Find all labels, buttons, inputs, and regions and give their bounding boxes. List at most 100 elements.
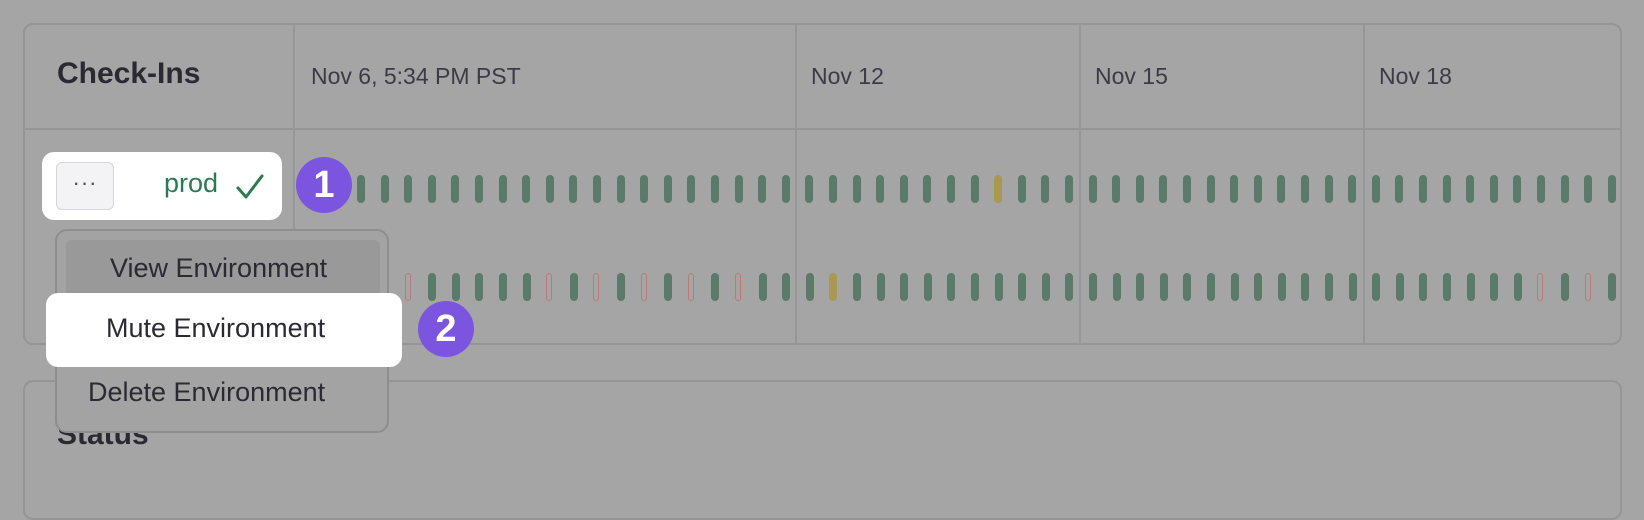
- checkin-tick-ok[interactable]: [1159, 273, 1168, 301]
- checkin-tick-ok[interactable]: [380, 175, 389, 203]
- checkin-tick-ok[interactable]: [1608, 273, 1617, 301]
- checkin-tick-ok[interactable]: [475, 273, 484, 301]
- checkin-tick-ok[interactable]: [805, 273, 814, 301]
- checkin-tick-ok[interactable]: [970, 175, 979, 203]
- checkin-tick-ok[interactable]: [1372, 273, 1381, 301]
- checkin-tick-ok[interactable]: [1395, 175, 1404, 203]
- checkin-tick-ok[interactable]: [1348, 175, 1357, 203]
- checkin-tick-ok[interactable]: [711, 273, 720, 301]
- checkin-tick-ok[interactable]: [475, 175, 483, 203]
- checkin-tick-err[interactable]: [593, 273, 600, 301]
- checkin-tick-ok[interactable]: [1089, 273, 1097, 301]
- checkin-tick-ok[interactable]: [1325, 273, 1333, 301]
- checkin-tick-ok[interactable]: [852, 175, 861, 203]
- checkin-tick-ok[interactable]: [1183, 175, 1191, 203]
- checkin-tick-ok[interactable]: [900, 273, 909, 301]
- checkin-tick-ok[interactable]: [569, 175, 578, 203]
- checkin-tick-ok[interactable]: [1537, 175, 1545, 203]
- menu-item-view-environment[interactable]: View Environment: [110, 253, 327, 284]
- checkin-tick-ok[interactable]: [1112, 175, 1121, 203]
- checkin-tick-ok[interactable]: [1513, 273, 1522, 301]
- checkin-tick-err[interactable]: [1537, 273, 1544, 301]
- checkin-tick-ok[interactable]: [1490, 273, 1499, 301]
- checkin-tick-ok[interactable]: [734, 175, 743, 203]
- checkin-tick-ok[interactable]: [1395, 273, 1404, 301]
- checkin-tick-ok[interactable]: [853, 273, 861, 301]
- checkin-tick-ok[interactable]: [1206, 175, 1215, 203]
- checkin-tick-ok[interactable]: [782, 273, 791, 301]
- checkin-tick-ok[interactable]: [971, 273, 979, 301]
- checkin-tick-ok[interactable]: [1159, 175, 1168, 203]
- checkin-tick-ok[interactable]: [593, 175, 601, 203]
- checkin-tick-ok[interactable]: [640, 175, 649, 203]
- checkin-tick-ok[interactable]: [899, 175, 908, 203]
- checkin-tick-ok[interactable]: [545, 175, 554, 203]
- checkin-tick-ok[interactable]: [498, 175, 507, 203]
- checkin-tick-ok[interactable]: [923, 175, 932, 203]
- checkin-tick-ok[interactable]: [1324, 175, 1333, 203]
- checkin-tick-ok[interactable]: [1136, 273, 1145, 301]
- checkin-tick-ok[interactable]: [1088, 175, 1097, 203]
- checkin-tick-ok[interactable]: [994, 273, 1003, 301]
- checkin-tick-ok[interactable]: [1207, 273, 1215, 301]
- checkin-tick-err[interactable]: [687, 273, 694, 301]
- checkin-tick-ok[interactable]: [499, 273, 507, 301]
- checkin-tick-warn[interactable]: [994, 175, 1003, 203]
- menu-item-mute-environment[interactable]: Mute Environment: [46, 293, 402, 367]
- checkin-tick-ok[interactable]: [1183, 273, 1192, 301]
- checkin-tick-ok[interactable]: [1607, 175, 1616, 203]
- checkin-tick-ok[interactable]: [1112, 273, 1121, 301]
- checkin-tick-ok[interactable]: [357, 175, 365, 203]
- checkin-tick-ok[interactable]: [1017, 175, 1026, 203]
- checkin-tick-ok[interactable]: [451, 273, 460, 301]
- checkin-tick-ok[interactable]: [1466, 175, 1475, 203]
- checkin-tick-ok[interactable]: [1466, 273, 1475, 301]
- checkin-tick-ok[interactable]: [829, 175, 837, 203]
- checkin-tick-ok[interactable]: [1513, 175, 1522, 203]
- checkin-tick-ok[interactable]: [711, 175, 719, 203]
- checkin-tick-ok[interactable]: [947, 175, 955, 203]
- checkin-tick-ok[interactable]: [1065, 175, 1073, 203]
- checkin-tick-ok[interactable]: [1584, 175, 1593, 203]
- checkin-tick-ok[interactable]: [947, 273, 956, 301]
- checkin-tick-ok[interactable]: [522, 273, 531, 301]
- checkin-tick-ok[interactable]: [617, 273, 625, 301]
- checkin-tick-ok[interactable]: [876, 175, 885, 203]
- checkin-tick-ok[interactable]: [1135, 175, 1144, 203]
- checkin-tick-ok[interactable]: [1277, 175, 1286, 203]
- checkin-tick-ok[interactable]: [1442, 175, 1451, 203]
- checkin-tick-ok[interactable]: [1301, 273, 1310, 301]
- checkin-tick-ok[interactable]: [758, 175, 767, 203]
- checkin-tick-ok[interactable]: [664, 273, 673, 301]
- checkin-tick-ok[interactable]: [805, 175, 814, 203]
- checkin-tick-ok[interactable]: [404, 175, 413, 203]
- checkin-tick-ok[interactable]: [1419, 175, 1427, 203]
- checkin-tick-ok[interactable]: [1041, 175, 1050, 203]
- checkin-tick-ok[interactable]: [758, 273, 767, 301]
- checkin-tick-ok[interactable]: [781, 175, 790, 203]
- checkin-tick-ok[interactable]: [1371, 175, 1380, 203]
- checkin-tick-err[interactable]: [546, 273, 553, 301]
- checkin-tick-ok[interactable]: [1253, 175, 1262, 203]
- checkin-tick-ok[interactable]: [1277, 273, 1286, 301]
- checkin-tick-ok[interactable]: [1561, 273, 1569, 301]
- checkin-tick-ok[interactable]: [1419, 273, 1428, 301]
- checkin-tick-ok[interactable]: [663, 175, 672, 203]
- checkin-tick-ok[interactable]: [1301, 175, 1309, 203]
- menu-item-delete-environment[interactable]: Delete Environment: [88, 377, 325, 408]
- checkin-tick-ok[interactable]: [687, 175, 696, 203]
- checkin-tick-ok[interactable]: [1254, 273, 1263, 301]
- checkin-tick-ok[interactable]: [1065, 273, 1074, 301]
- checkin-tick-ok[interactable]: [1489, 175, 1498, 203]
- more-actions-button[interactable]: ···: [56, 162, 114, 210]
- checkin-tick-ok[interactable]: [923, 273, 932, 301]
- checkin-tick-err[interactable]: [735, 273, 741, 301]
- checkin-tick-ok[interactable]: [427, 175, 436, 203]
- checkin-tick-ok[interactable]: [428, 273, 437, 301]
- checkin-tick-ok[interactable]: [1560, 175, 1569, 203]
- checkin-tick-err[interactable]: [1584, 273, 1591, 301]
- checkin-tick-ok[interactable]: [1230, 273, 1239, 301]
- checkin-tick-ok[interactable]: [1230, 175, 1239, 203]
- checkin-tick-ok[interactable]: [1018, 273, 1027, 301]
- checkin-tick-ok[interactable]: [616, 175, 625, 203]
